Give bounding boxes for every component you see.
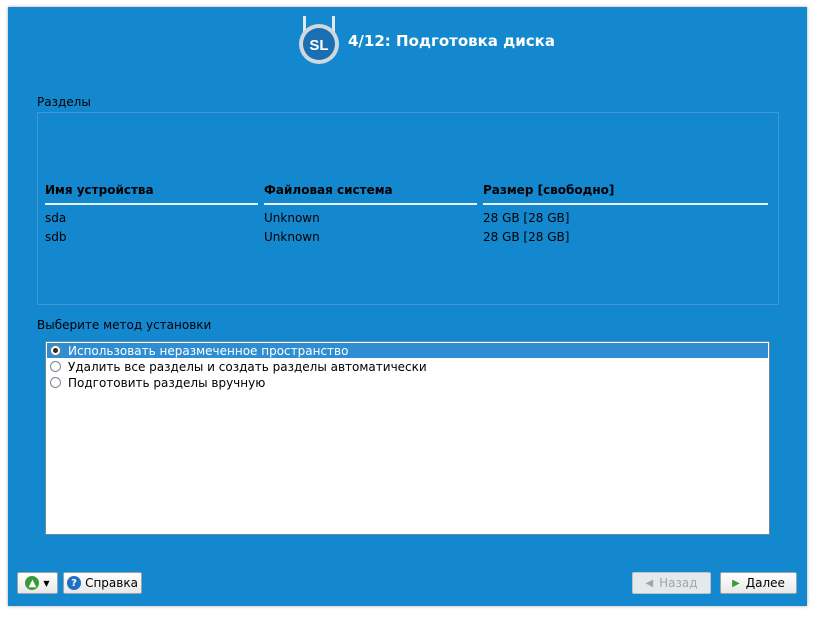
table-cell-device[interactable]: sda <box>45 211 66 225</box>
table-cell-size[interactable]: 28 GB [28 GB] <box>483 230 569 244</box>
radio-button[interactable] <box>50 377 61 388</box>
language-menu-button[interactable]: ▲ ▼ <box>17 572 58 594</box>
chevron-down-icon: ▼ <box>43 578 50 588</box>
option-label: Подготовить разделы вручную <box>68 375 266 390</box>
table-cell-device[interactable]: sdb <box>45 230 67 244</box>
column-divider <box>264 203 477 205</box>
table-cell-filesystem[interactable]: Unknown <box>264 230 320 244</box>
column-divider <box>45 203 258 205</box>
help-button[interactable]: ? Справка <box>63 572 142 594</box>
next-button-label: Далее <box>745 576 785 590</box>
radio-button[interactable] <box>50 361 61 372</box>
column-header-filesystem[interactable]: Файловая система <box>264 183 393 197</box>
option-use-free-space[interactable]: Использовать неразмеченное пространство <box>47 343 768 358</box>
arrow-up-icon: ▲ <box>25 576 40 590</box>
table-cell-size[interactable]: 28 GB [28 GB] <box>483 211 569 225</box>
next-button[interactable]: ▶ Далее <box>720 572 797 594</box>
chevron-right-icon: ▶ <box>732 577 740 589</box>
partitions-label: Разделы <box>37 95 91 109</box>
column-header-size[interactable]: Размер [свободно] <box>483 183 614 197</box>
install-method-list: Использовать неразмеченное пространство … <box>45 341 770 535</box>
back-button[interactable]: ◀ Назад <box>632 572 711 594</box>
radio-button[interactable] <box>50 345 61 356</box>
option-manual-partitioning[interactable]: Подготовить разделы вручную <box>47 375 768 390</box>
help-icon: ? <box>67 576 82 590</box>
option-delete-all-auto[interactable]: Удалить все разделы и создать разделы ав… <box>47 359 768 374</box>
header: SL 4/12: Подготовка диска <box>8 7 807 75</box>
install-method-label: Выберите метод установки <box>37 318 212 332</box>
scientific-linux-logo: SL <box>294 14 344 66</box>
help-button-label: Справка <box>85 576 138 590</box>
svg-text:SL: SL <box>309 37 328 54</box>
page-title: 4/12: Подготовка диска <box>348 32 555 50</box>
option-label: Удалить все разделы и создать разделы ав… <box>68 359 427 374</box>
chevron-left-icon: ◀ <box>645 577 654 589</box>
column-header-device[interactable]: Имя устройства <box>45 183 154 197</box>
back-button-label: Назад <box>659 576 698 590</box>
option-label: Использовать неразмеченное пространство <box>68 343 349 358</box>
installer-window: SL 4/12: Подготовка диска Разделы Имя ус… <box>8 7 807 606</box>
column-divider <box>483 203 768 205</box>
table-cell-filesystem[interactable]: Unknown <box>264 211 320 225</box>
partitions-table: Имя устройства Файловая система Размер [… <box>37 112 779 305</box>
